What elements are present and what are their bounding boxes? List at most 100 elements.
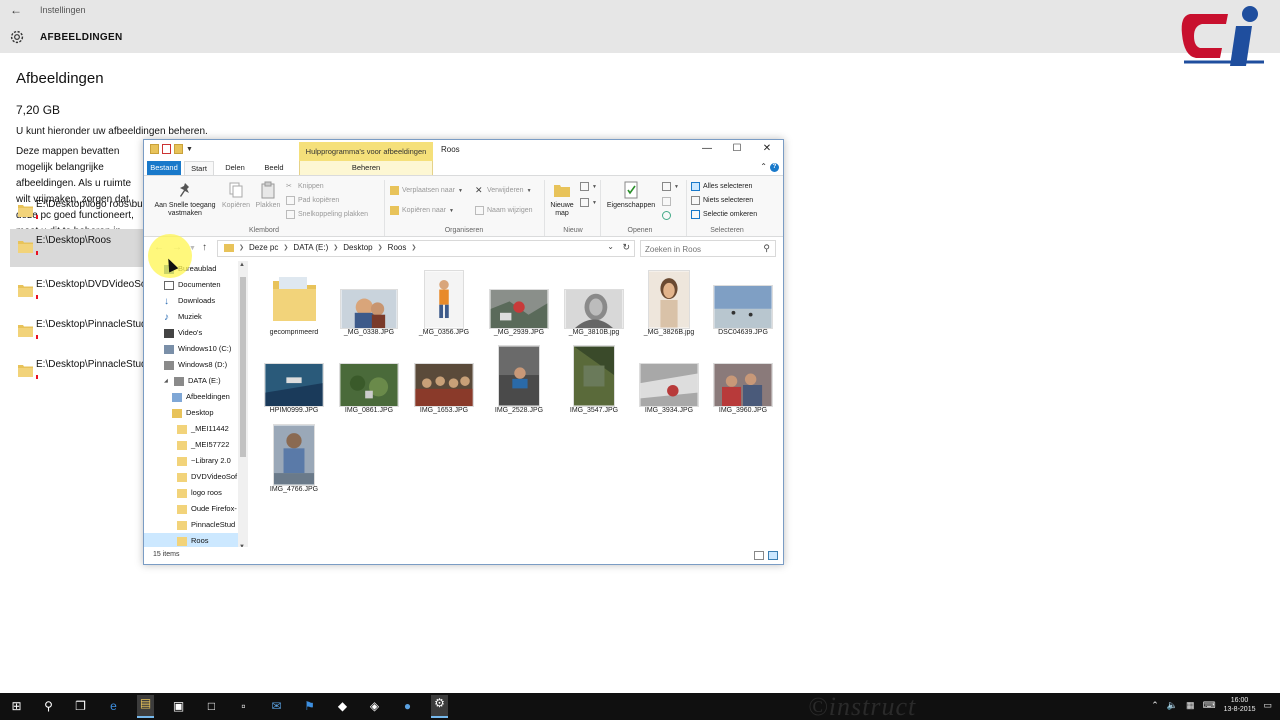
tab-view[interactable]: Beeld	[259, 161, 289, 175]
open-button[interactable]: ▼	[662, 182, 679, 191]
nav-item-drive-e[interactable]: ◢ DATA (E:)	[164, 373, 221, 389]
file-item[interactable]: IMG_4766.JPG	[256, 422, 332, 500]
details-view-button[interactable]	[754, 551, 764, 560]
mail-icon[interactable]: ✉	[268, 698, 285, 715]
nav-item-folder[interactable]: _MEI11442	[177, 421, 229, 437]
close-button[interactable]: ✕	[757, 143, 777, 154]
nav-item-folder[interactable]: PinnacleStud	[177, 517, 235, 533]
nav-item-videos[interactable]: Video's	[164, 325, 202, 341]
windows-start-icon[interactable]: ⊞	[8, 698, 25, 715]
up-arrow-icon[interactable]: ↑	[202, 242, 207, 253]
properties-icon[interactable]	[162, 144, 171, 154]
edit-button[interactable]	[662, 197, 671, 206]
scrollbar-thumb[interactable]	[240, 277, 246, 457]
file-item[interactable]: DSC04639.JPG	[705, 265, 781, 343]
address-bar[interactable]: ❯ Deze pc ❯ DATA (E:) ❯ Desktop ❯ Roos ❯…	[217, 240, 635, 257]
app-icon[interactable]: ●	[399, 698, 416, 715]
back-arrow-icon[interactable]: ←	[10, 3, 22, 17]
app-icon[interactable]: ◆	[334, 698, 351, 715]
file-item[interactable]: IMG_3960.JPG	[705, 343, 781, 421]
keyboard-icon[interactable]: ⌨	[1203, 700, 1216, 711]
minimize-button[interactable]: —	[697, 143, 717, 154]
file-item[interactable]: IMG_0861.JPG	[331, 343, 407, 421]
delete-button[interactable]: ✕ Verwijderen ▼	[475, 186, 532, 195]
breadcrumb-item[interactable]: DATA (E:)	[293, 243, 328, 252]
nav-item-folder[interactable]: DVDVideoSof	[177, 469, 237, 485]
settings-gear-icon[interactable]: ⚙	[431, 695, 448, 718]
refresh-icon[interactable]: ↻	[622, 242, 630, 253]
select-none-button[interactable]: Niets selecteren	[691, 196, 753, 205]
copy-button[interactable]: Kopiëren	[220, 181, 252, 210]
move-to-button[interactable]: Verplaatsen naar ▼	[390, 186, 463, 195]
file-item[interactable]: gecomprimeerd	[256, 265, 332, 343]
nav-item-desktop-folder[interactable]: Desktop	[172, 405, 214, 421]
file-item[interactable]: IMG_3934.JPG	[631, 343, 707, 421]
clock[interactable]: 16:00 13-8-2015	[1224, 696, 1256, 714]
rename-button[interactable]: Naam wijzigen	[475, 206, 533, 215]
nav-scrollbar[interactable]: ▲ ▼	[238, 261, 248, 551]
breadcrumb-item[interactable]: Deze pc	[249, 243, 278, 252]
file-item[interactable]: IMG_1653.JPG	[406, 343, 482, 421]
tab-file[interactable]: Bestand	[147, 161, 181, 175]
file-item[interactable]: _MG_3810B.jpg	[556, 265, 632, 343]
search-icon[interactable]: ⚲	[763, 243, 770, 254]
chevron-down-icon[interactable]: ▼	[186, 146, 193, 153]
select-all-button[interactable]: Alles selecteren	[691, 182, 752, 191]
file-explorer-icon[interactable]: ▤	[137, 695, 154, 718]
network-icon[interactable]: ▦	[1186, 700, 1195, 711]
paste-button[interactable]: Plakken	[252, 181, 284, 210]
nav-item-folder[interactable]: logo roos	[177, 485, 222, 501]
windows-flag-icon[interactable]: ⚑	[301, 698, 318, 715]
file-item[interactable]: _MG_2939.JPG	[481, 265, 557, 343]
copy-path-button[interactable]: Pad kopiëren	[286, 196, 339, 205]
chevron-down-icon[interactable]: ◢	[164, 373, 170, 389]
easy-access-button[interactable]: ▼	[580, 198, 597, 207]
nav-item-folder[interactable]: _MEI57722	[177, 437, 229, 453]
breadcrumb-item[interactable]: Desktop	[343, 243, 372, 252]
file-item[interactable]: HPIM0999.JPG	[256, 343, 332, 421]
folder-entry[interactable]: E:\Desktop\DVDVideoSoft	[10, 273, 160, 307]
new-folder-button[interactable]: Nieuwe map	[545, 181, 579, 218]
file-item[interactable]: _MG_3826B.jpg	[631, 265, 707, 343]
paste-shortcut-button[interactable]: Snelkoppeling plakken	[286, 210, 368, 219]
cut-button[interactable]: ✂ Knippen	[286, 182, 324, 191]
invert-selection-button[interactable]: Selectie omkeren	[691, 210, 757, 219]
search-input[interactable]	[645, 243, 755, 255]
scroll-up-icon[interactable]: ▲	[239, 262, 245, 268]
properties-button[interactable]: Eigenschappen	[602, 181, 660, 210]
copy-to-button[interactable]: Kopiëren naar ▼	[390, 206, 454, 215]
nav-item-documents[interactable]: Documenten	[164, 277, 221, 293]
chevron-down-icon[interactable]: ⌄	[607, 242, 614, 251]
pin-quick-access-button[interactable]: Aan Snelle toegang vastmaken	[148, 181, 222, 218]
app-icon[interactable]: ◈	[366, 698, 383, 715]
nav-item-drive-d[interactable]: Windows8 (D:)	[164, 357, 227, 373]
help-icon[interactable]: ?	[770, 163, 779, 172]
maximize-button[interactable]: ☐	[727, 143, 747, 154]
nav-item-music[interactable]: ♪ Muziek	[164, 309, 202, 325]
nav-item-folder[interactable]: ~Library 2.0	[177, 453, 231, 469]
large-icons-view-button[interactable]	[768, 551, 778, 560]
nav-item-pictures[interactable]: Afbeeldingen	[172, 389, 230, 405]
notifications-icon[interactable]: ▭	[1263, 700, 1272, 711]
file-item[interactable]: IMG_3547.JPG	[556, 343, 632, 421]
tab-start[interactable]: Start	[184, 161, 214, 175]
tab-manage[interactable]: Beheren	[299, 161, 433, 175]
search-icon[interactable]: ⚲	[40, 698, 57, 715]
folder-entry[interactable]: E:\Desktop\PinnacleStudio	[10, 313, 160, 347]
new-folder-icon[interactable]	[174, 144, 183, 154]
nav-item-drive-c[interactable]: Windows10 (C:)	[164, 341, 231, 357]
files-icon[interactable]: ▫	[235, 698, 252, 715]
document-icon[interactable]: □	[203, 698, 220, 715]
chevron-up-icon[interactable]: ⌃	[1151, 700, 1159, 711]
nav-item-downloads[interactable]: ↓ Downloads	[164, 293, 215, 309]
new-item-button[interactable]: ▼	[580, 182, 597, 191]
folder-entry[interactable]: E:\Desktop\PinnacleStudio	[10, 353, 160, 387]
collapse-ribbon-icon[interactable]: ⌃	[760, 162, 767, 171]
tab-share[interactable]: Delen	[220, 161, 250, 175]
task-view-icon[interactable]: ❐	[72, 698, 89, 715]
folder-entry[interactable]: E:\Desktop\logo roos\bureaublad	[10, 193, 160, 227]
speaker-icon[interactable]: 🔈	[1167, 700, 1178, 711]
file-item[interactable]: IMG_2528.JPG	[481, 343, 557, 421]
store-icon[interactable]: ▣	[170, 698, 187, 715]
file-item[interactable]: _MG_0338.JPG	[331, 265, 407, 343]
